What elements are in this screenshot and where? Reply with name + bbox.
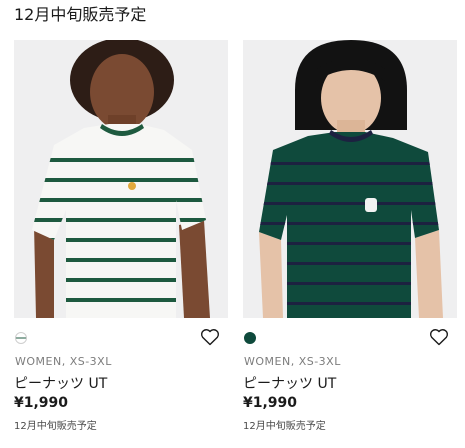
product-name[interactable]: ピーナッツ UT [14, 373, 107, 393]
color-swatch[interactable] [15, 332, 27, 344]
favorite-heart-icon[interactable] [429, 328, 449, 346]
release-note: 12月中旬販売予定 [243, 421, 326, 432]
release-note: 12月中旬販売予定 [14, 421, 97, 432]
product-category: WOMEN, XS-3XL [244, 355, 341, 368]
product-card[interactable]: WOMEN, XS-3XL ピーナッツ UT ¥1,990 12月中旬販売予定 [14, 40, 228, 440]
favorite-heart-icon[interactable] [200, 328, 220, 346]
product-category: WOMEN, XS-3XL [15, 355, 112, 368]
section-title: 12月中旬販売予定 [14, 5, 147, 24]
product-image[interactable] [14, 40, 228, 318]
product-card[interactable]: WOMEN, XS-3XL ピーナッツ UT ¥1,990 12月中旬販売予定 [243, 40, 457, 440]
product-price: ¥1,990 [243, 395, 298, 411]
product-price: ¥1,990 [14, 395, 69, 411]
product-name[interactable]: ピーナッツ UT [243, 373, 336, 393]
product-image[interactable] [243, 40, 457, 318]
color-swatch[interactable] [244, 332, 256, 344]
